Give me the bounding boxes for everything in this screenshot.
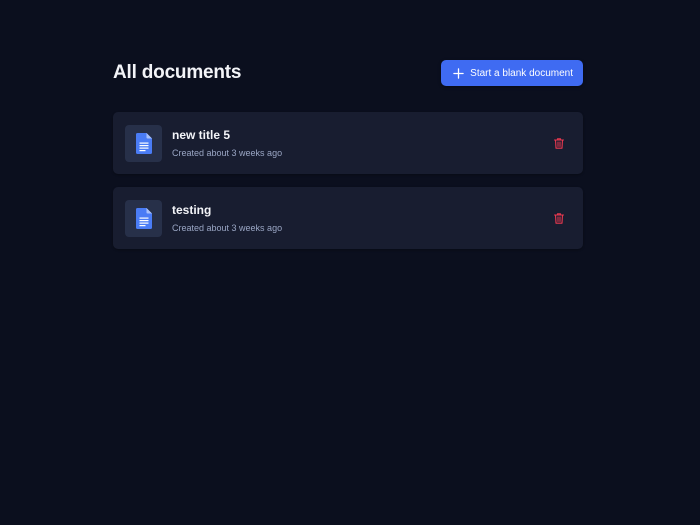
document-title: testing: [172, 203, 212, 217]
document-title: new title 5: [172, 128, 231, 142]
document-list: new title 5 Created about 3 weeks ago te…: [113, 112, 583, 249]
document-info: testing Created about 3 weeks ago: [172, 203, 547, 233]
delete-document-button[interactable]: [547, 206, 571, 230]
start-blank-document-button[interactable]: Start a blank document: [441, 60, 583, 86]
start-blank-document-label: Start a blank document: [470, 67, 573, 79]
trash-icon: [554, 137, 564, 149]
plus-icon: [453, 67, 464, 79]
document-icon: [135, 207, 152, 229]
document-thumbnail: [125, 199, 162, 237]
trash-icon: [554, 212, 564, 224]
page-header: All documents Start a blank document: [113, 60, 583, 86]
page-title: All documents: [113, 62, 242, 83]
document-card[interactable]: new title 5 Created about 3 weeks ago: [113, 112, 583, 174]
document-icon: [135, 132, 152, 154]
document-info: new title 5 Created about 3 weeks ago: [172, 128, 547, 158]
document-card[interactable]: testing Created about 3 weeks ago: [113, 187, 583, 249]
document-created-date: Created about 3 weeks ago: [172, 148, 283, 158]
document-created-date: Created about 3 weeks ago: [172, 223, 283, 233]
documents-page: All documents Start a blank document new…: [113, 60, 583, 249]
delete-document-button[interactable]: [547, 131, 571, 155]
document-thumbnail: [125, 124, 162, 162]
